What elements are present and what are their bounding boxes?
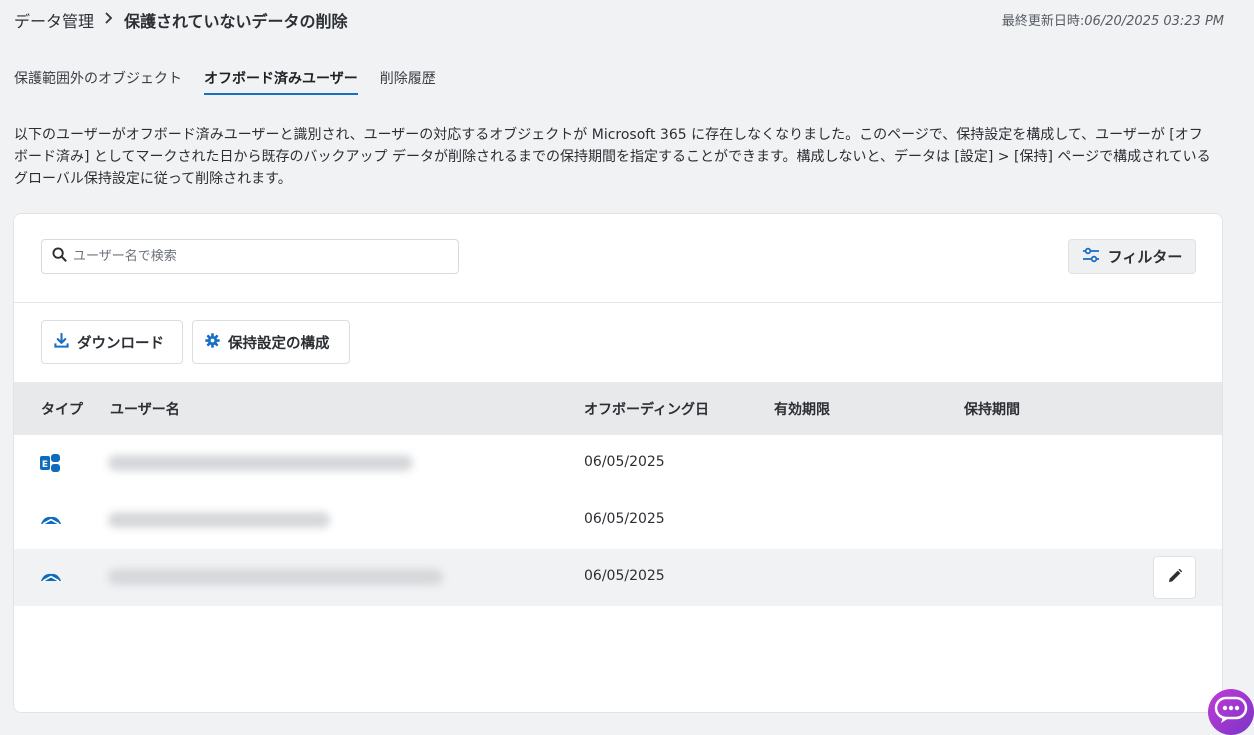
column-expiry[interactable]: 有効期限 — [774, 399, 830, 419]
username-redacted — [108, 455, 413, 471]
table-row[interactable]: 06/05/2025 — [14, 549, 1222, 606]
filter-label: フィルター — [1107, 248, 1183, 266]
search-box[interactable] — [41, 239, 459, 274]
chat-assistant-button[interactable] — [1208, 689, 1254, 735]
page-title: 保護されていないデータの削除 — [124, 12, 348, 31]
table-row[interactable]: E 06/05/2025 — [14, 435, 1222, 492]
column-type[interactable]: タイプ — [41, 399, 83, 419]
offboarding-date: 06/05/2025 — [584, 454, 665, 470]
pencil-icon — [1167, 568, 1183, 588]
tab-offboarded-users[interactable]: オフボード済みユーザー — [204, 66, 358, 95]
download-icon — [54, 332, 69, 352]
tab-bar: 保護範囲外のオブジェクト オフボード済みユーザー 削除履歴 — [14, 66, 458, 95]
users-card: フィルター ダウンロード 保持設定の構成 タイプ ユーザー名 オフボーディング日… — [13, 213, 1223, 713]
page-header: データ管理 保護されていないデータの削除 最終更新日時:06/20/2025 0… — [14, 8, 1224, 32]
download-label: ダウンロード — [77, 335, 164, 352]
onedrive-icon — [39, 567, 63, 587]
onedrive-icon — [39, 510, 63, 530]
last-updated-value: 06/20/2025 03:23 PM — [1084, 14, 1224, 29]
tab-unprotected-objects[interactable]: 保護範囲外のオブジェクト — [14, 66, 182, 95]
chat-bubble-icon — [1214, 695, 1248, 729]
table-row[interactable]: 06/05/2025 — [14, 492, 1222, 549]
edit-button[interactable] — [1153, 556, 1196, 599]
table-header: タイプ ユーザー名 オフボーディング日 有効期限 保持期間 — [14, 382, 1222, 435]
username-redacted — [108, 569, 443, 585]
tab-deletion-history[interactable]: 削除履歴 — [380, 66, 436, 95]
offboarding-date: 06/05/2025 — [584, 511, 665, 527]
column-retention[interactable]: 保持期間 — [964, 399, 1020, 419]
filter-button[interactable]: フィルター — [1068, 239, 1196, 274]
username-redacted — [108, 512, 330, 528]
divider — [14, 302, 1222, 303]
search-input[interactable] — [73, 249, 433, 264]
breadcrumb-separator-icon — [104, 12, 114, 28]
configure-retention-button[interactable]: 保持設定の構成 — [192, 320, 350, 364]
page-description: 以下のユーザーがオフボード済みユーザーと識別され、ユーザーの対応するオブジェクト… — [14, 127, 1211, 187]
last-updated: 最終更新日時:06/20/2025 03:23 PM — [1002, 10, 1224, 29]
last-updated-label: 最終更新日時: — [1001, 14, 1085, 29]
gear-icon — [205, 332, 220, 352]
search-icon — [52, 247, 67, 266]
download-button[interactable]: ダウンロード — [41, 320, 183, 364]
configure-retention-label: 保持設定の構成 — [228, 335, 330, 352]
column-username[interactable]: ユーザー名 — [110, 399, 180, 419]
svg-text:E: E — [42, 460, 48, 470]
breadcrumb-parent[interactable]: データ管理 — [14, 8, 94, 32]
column-offboarding-date[interactable]: オフボーディング日 — [584, 399, 709, 419]
offboarding-date: 06/05/2025 — [584, 568, 665, 584]
exchange-icon: E — [39, 453, 63, 473]
filter-sliders-icon — [1082, 247, 1100, 267]
